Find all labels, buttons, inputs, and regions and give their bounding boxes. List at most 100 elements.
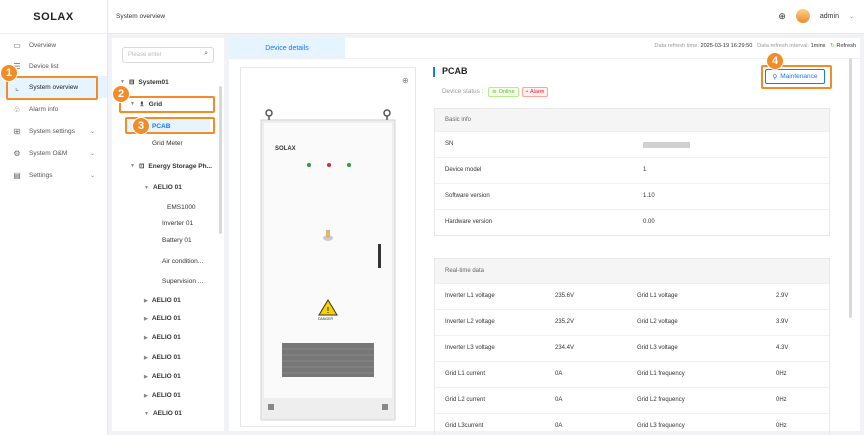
chevron-down-icon: ⌄ (89, 150, 95, 157)
sidebar-item-label: System O&M (29, 149, 68, 157)
system-icon: ⊟ (128, 79, 135, 86)
data-row: Inverter L3 voltage 234.4V Grid L3 volta… (435, 335, 829, 361)
refresh-button[interactable]: Refresh (836, 43, 856, 49)
wifi-icon: ≋ (492, 89, 497, 95)
avatar[interactable] (795, 9, 810, 23)
zoom-icon[interactable]: ⊕ (402, 76, 409, 85)
globe-icon[interactable]: ⊕ (778, 11, 786, 22)
monitor-icon: ▭ (13, 40, 21, 50)
tree-node-aelio[interactable]: ▼ AELIO 01 (144, 410, 182, 417)
caret-right-icon[interactable]: ▶ (144, 316, 148, 322)
refresh-interval: 1mins (810, 43, 826, 49)
sidebar-item-label: Alarm info (29, 105, 59, 113)
storage-icon: ⊡ (138, 163, 145, 170)
tree-node-air-conditioner[interactable]: Air condition... (162, 258, 203, 265)
chevron-down-icon: ⌄ (89, 172, 95, 179)
caret-right-icon[interactable]: ▶ (144, 298, 148, 304)
search-icon[interactable]: ⌕ (204, 50, 208, 58)
caret-right-icon[interactable]: ▶ (144, 335, 148, 341)
sn-value-redacted (643, 142, 690, 148)
tree-node-system01[interactable]: ▼ ⊟ System01 (120, 78, 169, 87)
tree-node-aelio[interactable]: ▶ AELIO 01 (144, 297, 181, 304)
caret-down-icon[interactable]: ▼ (130, 163, 135, 169)
data-row: Inverter L1 voltage 235.6V Grid L1 volta… (435, 283, 829, 309)
sidebar-item-label: Overview (29, 41, 57, 49)
tree-node-energy-storage[interactable]: ▼ ⊡ Energy Storage Ph... (130, 162, 212, 171)
data-row: Grid L3current 0A Grid L3 frequency 0Hz (435, 413, 829, 435)
realtime-data-card: Real-time data Inverter L1 voltage 235.6… (434, 258, 830, 435)
tree-node-battery01[interactable]: Battery 01 (162, 237, 192, 244)
device-title: PCAB (442, 66, 468, 76)
refresh-time: 2025-03-19 16:29:50 (700, 43, 753, 49)
tree-node-ems1000[interactable]: EMS1000 (167, 204, 196, 211)
title-accent-bar (433, 67, 435, 77)
info-row: Software version 1.10 (435, 183, 829, 209)
info-row: Device model 1 (435, 157, 829, 183)
chevron-down-icon[interactable]: ⌄ (849, 13, 854, 20)
tree-node-aelio[interactable]: ▶ AELIO 01 (144, 334, 181, 341)
tree-node-aelio[interactable]: ▶ AELIO 01 (144, 373, 181, 380)
sidebar-item-system-om[interactable]: ⚙ System O&M ⌄ (0, 142, 107, 164)
tree-node-inverter01[interactable]: Inverter 01 (162, 220, 193, 227)
tree-node-aelio[interactable]: ▼ AELIO 01 (144, 184, 182, 191)
sidebar-item-overview[interactable]: ▭ Overview (0, 34, 107, 56)
cabinet-illustration: ! (260, 109, 396, 421)
tree-node-aelio[interactable]: ▶ AELIO 01 (144, 315, 181, 322)
tree-node-supervision[interactable]: Supervision ... (162, 278, 203, 285)
device-image: ! SOLAX DANGER (240, 67, 416, 427)
breadcrumb: System overview (116, 13, 166, 20)
sidebar-item-label: Settings (29, 171, 53, 179)
annotation-number-4: 4 (766, 52, 784, 70)
search-placeholder: Please enter (128, 52, 162, 58)
tree-node-grid-meter[interactable]: Grid Meter (152, 140, 183, 147)
tools-icon: ⚙ (13, 148, 21, 158)
calendar-icon: ▤ (13, 170, 21, 180)
info-row-sn: SN (435, 131, 829, 157)
tree-scrollbar[interactable] (219, 86, 222, 234)
status-badge-online: ≋ Online (488, 87, 519, 97)
logo-text: SOLAX (33, 10, 74, 23)
tree-search-input[interactable]: Please enter ⌕ (122, 47, 214, 63)
main-scrollbar[interactable] (849, 58, 852, 318)
refresh-info: Data refresh time: 2025-03-19 16:29:50 D… (654, 43, 856, 49)
settings-grid-icon: ⊞ (13, 126, 21, 136)
data-row: Grid L2 current 0A Grid L2 frequency 0Hz (435, 387, 829, 413)
caret-right-icon[interactable]: ▶ (144, 393, 148, 399)
realtime-data-header: Real-time data (435, 259, 829, 283)
caret-down-icon[interactable]: ▼ (144, 411, 149, 417)
sidebar: SOLAX ▭ Overview ☰ Device list ⌞ System … (0, 0, 108, 435)
data-row: Grid L1 current 0A Grid L1 frequency 0Hz (435, 361, 829, 387)
basic-info-header: Basic info (435, 109, 829, 131)
tree-node-aelio[interactable]: ▶ AELIO 01 (144, 392, 181, 399)
sidebar-item-system-settings[interactable]: ⊞ System settings ⌄ (0, 120, 107, 142)
annotation-box-1 (6, 76, 98, 100)
logo: SOLAX (0, 0, 107, 34)
device-details-panel: Device details Data refresh time: 2025-0… (229, 38, 860, 435)
sidebar-item-alarm-info[interactable]: ♧ Alarm info (0, 98, 107, 120)
cabinet-brand: SOLAX (275, 146, 296, 152)
sidebar-item-label: Device list (29, 62, 59, 70)
svg-text:!: ! (326, 306, 329, 315)
status-badge-alarm: • Alarm (522, 87, 549, 97)
data-row: Inverter L2 voltage 235.2V Grid L2 volta… (435, 309, 829, 335)
info-row: Hardware version 0.00 (435, 209, 829, 235)
alarm-dot-icon: • (526, 89, 528, 95)
chevron-down-icon: ⌄ (89, 128, 95, 135)
user-name[interactable]: admin (820, 13, 839, 20)
sidebar-item-settings[interactable]: ▤ Settings ⌄ (0, 164, 107, 186)
topbar: System overview ⊕ admin ⌄ (108, 0, 864, 34)
sidebar-item-label: System settings (29, 127, 75, 135)
caret-right-icon[interactable]: ▶ (144, 355, 148, 361)
annotation-number-2: 2 (112, 85, 130, 103)
refresh-icon[interactable]: ↻ (830, 43, 835, 49)
annotation-box-2 (119, 96, 215, 113)
tab-device-details[interactable]: Device details (229, 38, 345, 58)
tree-node-aelio[interactable]: ▶ AELIO 01 (144, 354, 181, 361)
annotation-number-3: 3 (132, 117, 150, 135)
caret-right-icon[interactable]: ▶ (144, 374, 148, 380)
caret-down-icon[interactable]: ▼ (144, 185, 149, 191)
annotation-number-1: 1 (0, 64, 18, 82)
basic-info-card: Basic info SN Device model 1 Software ve… (434, 108, 830, 236)
device-status-label: Device status : (442, 88, 484, 95)
alarm-icon: ♧ (13, 104, 21, 114)
